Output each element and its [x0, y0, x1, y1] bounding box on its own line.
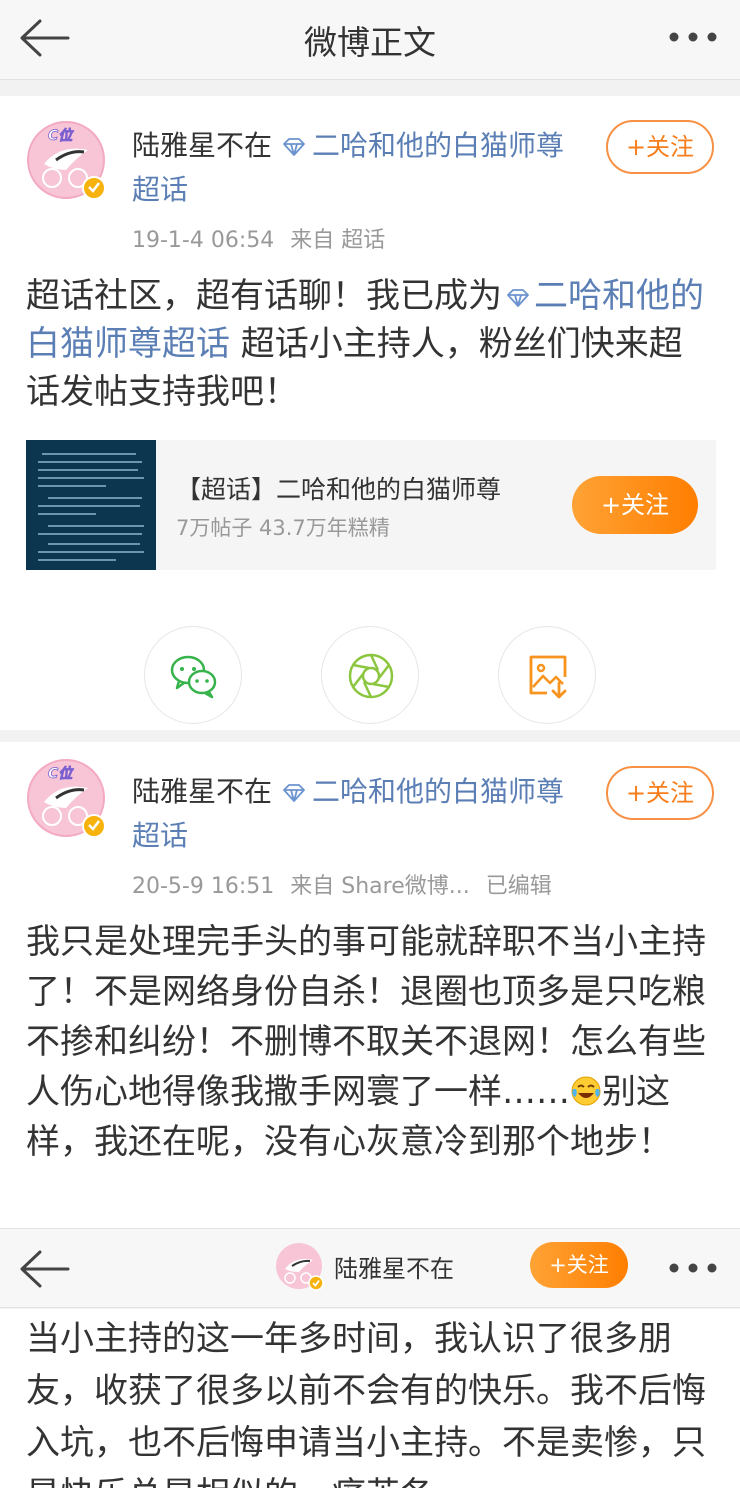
moments-icon: [348, 653, 394, 699]
top-bar: 微博正文: [0, 0, 740, 80]
post-header: 陆雅星不在 二哈和他的白猫师尊超话: [132, 770, 582, 858]
post-text-continued: 当小主持的这一年多时间，我认识了很多朋友，收获了很多以前不会有的快乐。我不后悔入…: [26, 1319, 706, 1488]
super-topic-diamond-icon: [283, 138, 305, 156]
share-moments-button[interactable]: [321, 626, 419, 724]
super-topic-diamond-icon: [507, 288, 529, 307]
post-text: 超话社区，超有话聊！我已成为 二哈和他的白猫师尊超话 超话小主持人，粉丝们快来超话…: [26, 276, 704, 412]
user-avatar[interactable]: C位: [26, 758, 106, 838]
user-avatar-small[interactable]: [274, 1241, 324, 1291]
follow-button[interactable]: +关注: [530, 1242, 628, 1288]
save-image-button[interactable]: [498, 626, 596, 724]
wechat-icon: [170, 655, 217, 699]
save-image-icon: [529, 655, 567, 699]
more-options-icon[interactable]: [668, 30, 718, 44]
topic-stats: 7万帖子 43.7万年糕精: [176, 516, 390, 540]
post-source[interactable]: 来自 Share微博...: [290, 874, 469, 899]
avatar-badge-text: C位: [48, 127, 74, 144]
post-meta: 20-5-9 16:51 来自 Share微博... 已编辑: [132, 868, 568, 900]
username[interactable]: 陆雅星不在: [334, 1249, 454, 1284]
laugh-cry-emoji-icon: [571, 1076, 601, 1106]
topic-thumbnail: [26, 440, 156, 570]
username[interactable]: 陆雅星不在: [132, 775, 272, 808]
avatar-badge-text: C位: [48, 765, 74, 782]
post-time: 20-5-9 16:51: [132, 874, 275, 899]
post-continued: 当小主持的这一年多时间，我认识了很多朋友，收获了很多以前不会有的快乐。我不后悔入…: [0, 1309, 740, 1488]
user-avatar[interactable]: C位: [26, 120, 106, 200]
edited-label[interactable]: 已编辑: [486, 874, 552, 899]
topic-follow-button[interactable]: +关注: [572, 476, 698, 534]
post-card-1: C位 陆雅星不在 二哈和他的白猫师尊超话 +关注 19-1-4 06:54 来自 超…: [0, 96, 740, 730]
post-meta: 19-1-4 06:54 来自 超话: [132, 222, 401, 254]
post-text: 我只是处理完手头的事可能就辞职不当小主持了！不是网络身份自杀！退圈也顶多是只吃粮…: [26, 922, 706, 1162]
sticky-user-bar: 陆雅星不在 +关注: [0, 1228, 740, 1308]
username[interactable]: 陆雅星不在: [132, 129, 272, 162]
post-card-2: C位 陆雅星不在 二哈和他的白猫师尊超话 +关注 20-5-9 16:51 来自 S…: [0, 742, 740, 1232]
super-topic-card[interactable]: 【超话】二哈和他的白猫师尊 7万帖子 43.7万年糕精 +关注: [26, 440, 716, 570]
follow-button[interactable]: +关注: [606, 120, 714, 174]
post-time: 19-1-4 06:54: [132, 228, 275, 253]
post-source[interactable]: 来自 超话: [290, 228, 385, 253]
back-arrow-icon[interactable]: [18, 1249, 70, 1289]
follow-button[interactable]: +关注: [606, 766, 714, 820]
share-wechat-button[interactable]: [144, 626, 242, 724]
super-topic-diamond-icon: [283, 784, 305, 802]
more-options-icon[interactable]: [668, 1261, 718, 1275]
post-header: 陆雅星不在 二哈和他的白猫师尊超话: [132, 124, 582, 212]
page-title: 微博正文: [304, 23, 436, 62]
share-row: [0, 626, 740, 726]
topic-name: 【超话】二哈和他的白猫师尊: [176, 475, 502, 504]
